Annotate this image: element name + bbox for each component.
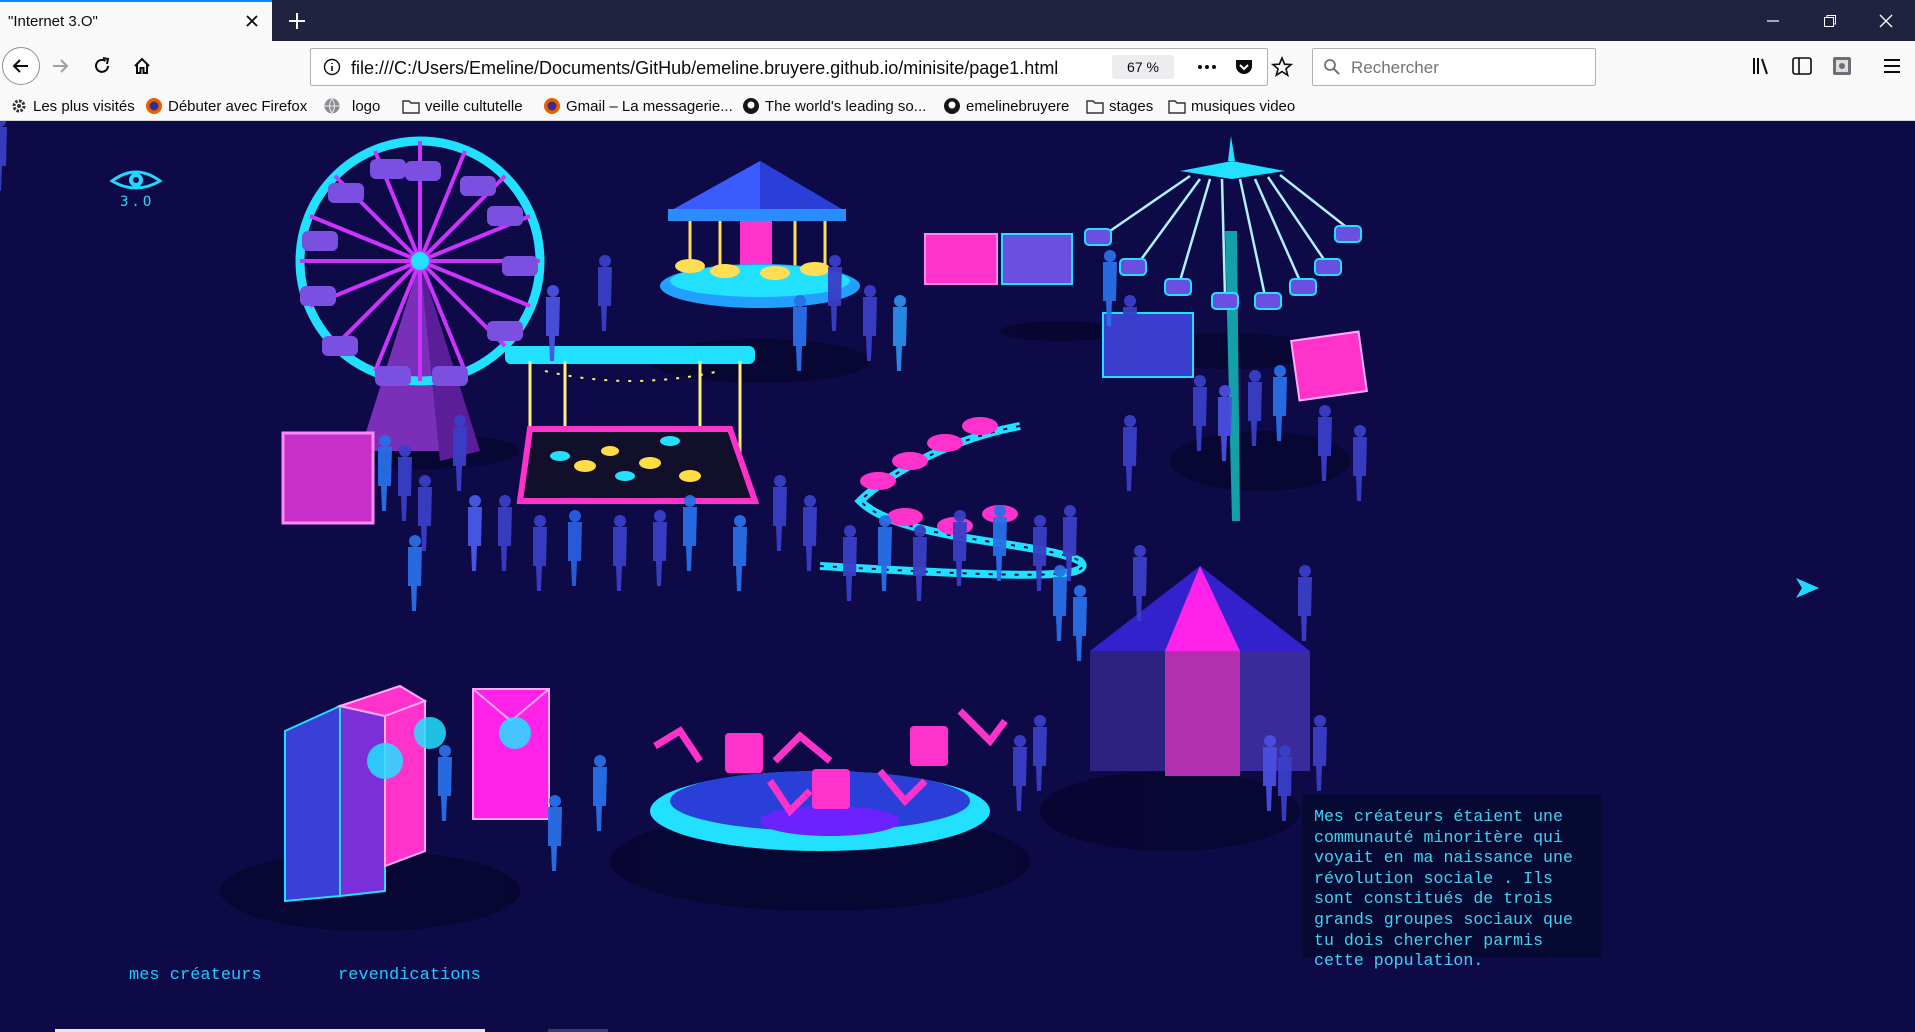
library-icon[interactable] <box>1745 48 1781 84</box>
page-content: 3.O mes créateurs revendications Mes cré… <box>0 121 1915 1032</box>
bookmark-label: veille cultutelle <box>425 97 523 115</box>
extension-icon[interactable] <box>1824 48 1860 84</box>
logo-label: 3.O <box>120 194 155 210</box>
url-text: file:///C:/Users/Emeline/Documents/GitHu… <box>351 58 1059 78</box>
tab-strip: "Internet 3.O" <box>0 0 1915 41</box>
globe-icon <box>323 97 341 115</box>
zoom-indicator[interactable]: 67 % <box>1112 55 1174 79</box>
search-icon <box>1323 58 1341 81</box>
ferris-wheel <box>295 136 545 461</box>
bookmark-item[interactable]: The world's leading so... <box>742 95 926 117</box>
folder-icon <box>1086 97 1104 115</box>
story-text: Mes créateurs étaient une communauté min… <box>1314 807 1573 971</box>
next-arrow-icon[interactable] <box>1793 574 1821 602</box>
fairground-illustration <box>0 121 1368 931</box>
bookmark-label: logo <box>352 97 381 115</box>
bookmark-item[interactable]: musiques video <box>1168 95 1295 117</box>
menu-icon[interactable] <box>1874 48 1910 84</box>
back-arrow-icon[interactable] <box>2 47 40 85</box>
gear-icon <box>10 97 28 115</box>
bookmark-star-icon[interactable] <box>1270 55 1294 83</box>
bookmarks-toolbar: Les plus visités Débuter avec Firefox lo… <box>0 91 1915 121</box>
teacup-ride <box>650 708 1008 851</box>
minimize-icon[interactable] <box>1753 6 1793 36</box>
new-tab-icon[interactable] <box>284 8 310 34</box>
story-text-box: Mes créateurs étaient une communauté min… <box>1302 795 1602 970</box>
restore-icon[interactable] <box>1810 6 1850 36</box>
bookmark-label: Débuter avec Firefox <box>168 97 308 115</box>
bookmark-label: Gmail – La messagerie... <box>566 97 733 115</box>
folder-icon <box>1168 97 1186 115</box>
bookmark-label: The world's leading so... <box>765 97 927 115</box>
bookmark-label: emelinebruyere <box>966 97 1070 115</box>
close-window-icon[interactable] <box>1866 6 1906 36</box>
bookmark-label: stages <box>1109 97 1154 115</box>
firefox-icon <box>543 97 561 115</box>
bookmark-item[interactable]: Débuter avec Firefox <box>145 95 307 117</box>
folder-icon <box>402 97 420 115</box>
bookmark-label: musiques video <box>1191 97 1296 115</box>
reload-icon[interactable] <box>84 48 120 84</box>
sidebar-icon[interactable] <box>1784 48 1820 84</box>
forward-arrow-icon[interactable] <box>42 48 78 84</box>
bookmark-item[interactable]: veille cultutelle <box>402 95 523 117</box>
url-bar[interactable]: file:///C:/Users/Emeline/Documents/GitHu… <box>310 48 1294 86</box>
tab-active[interactable]: "Internet 3.O" <box>0 0 272 41</box>
bookmark-item[interactable]: logo <box>323 95 380 117</box>
claims-link[interactable]: revendications <box>338 966 481 985</box>
pocket-icon[interactable] <box>1234 57 1254 82</box>
github-icon <box>943 97 961 115</box>
search-bar[interactable]: Rechercher <box>1312 48 1596 86</box>
bookmark-item[interactable]: stages <box>1086 95 1153 117</box>
bookmark-item[interactable]: emelinebruyere <box>943 95 1069 117</box>
bookmark-item[interactable]: Les plus visités <box>10 95 135 117</box>
circus-tent <box>1090 566 1310 776</box>
navigation-toolbar: file:///C:/Users/Emeline/Documents/GitHu… <box>0 41 1915 91</box>
tab-title: "Internet 3.O" <box>8 13 98 30</box>
close-tab-icon[interactable] <box>240 9 264 33</box>
bookmark-item[interactable]: Gmail – La messagerie... <box>543 95 733 117</box>
home-icon[interactable] <box>124 48 160 84</box>
bookmark-label: Les plus visités <box>33 97 135 115</box>
search-placeholder: Rechercher <box>1351 58 1439 77</box>
firefox-icon <box>145 97 163 115</box>
page-actions-icon[interactable] <box>1196 58 1218 81</box>
github-icon <box>742 97 760 115</box>
info-icon[interactable] <box>323 58 341 81</box>
creators-link[interactable]: mes créateurs <box>129 966 262 985</box>
